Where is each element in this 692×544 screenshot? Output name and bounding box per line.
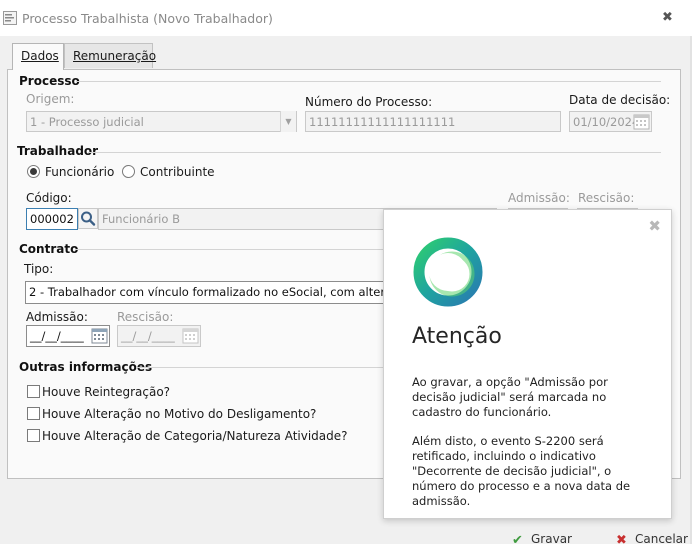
numero-processo-field[interactable]: 11111111111111111111 bbox=[305, 111, 561, 132]
title-bar: Processo Trabalhista (Novo Trabalhador) … bbox=[0, 0, 692, 36]
search-icon[interactable] bbox=[78, 208, 98, 229]
section-contrato-title: Contrato bbox=[19, 242, 79, 256]
tab-dados-label: Dados bbox=[21, 49, 59, 63]
origem-label: Origem: bbox=[26, 92, 75, 106]
window-close-icon[interactable]: ✖ bbox=[662, 11, 673, 25]
tab-remuneracao[interactable]: Remuneração bbox=[64, 43, 157, 68]
tab-remuneracao-label: Remuneração bbox=[73, 49, 157, 63]
checkbox-reintegracao-label[interactable]: Houve Reintegração? bbox=[42, 385, 170, 399]
radio-contribuinte[interactable] bbox=[122, 165, 135, 178]
tab-dados[interactable]: Dados bbox=[12, 43, 64, 70]
ring-logo-icon bbox=[413, 237, 483, 307]
checkbox-motivo-desligamento[interactable] bbox=[27, 407, 40, 420]
gravar-button-label: Gravar bbox=[531, 532, 572, 544]
checkbox-motivo-desligamento-label[interactable]: Houve Alteração no Motivo do Desligament… bbox=[42, 407, 316, 421]
checkmark-icon: ✔ bbox=[512, 533, 523, 544]
calendar-icon[interactable] bbox=[633, 113, 650, 130]
cancel-x-icon: ✖ bbox=[616, 533, 627, 544]
section-outras-title: Outras informações bbox=[19, 360, 153, 374]
tipo-label: Tipo: bbox=[24, 262, 54, 276]
close-icon[interactable]: ✖ bbox=[648, 219, 661, 234]
chevron-down-icon[interactable]: ▼ bbox=[280, 111, 296, 132]
tipo-contrato-select[interactable]: 2 - Trabalhador com vínculo formalizado … bbox=[25, 281, 425, 304]
checkbox-categoria-natureza-label[interactable]: Houve Alteração de Categoria/Natureza At… bbox=[42, 429, 348, 443]
process-window: Processo Trabalhista (Novo Trabalhador) … bbox=[0, 0, 692, 544]
numero-processo-label: Número do Processo: bbox=[305, 95, 433, 109]
cancelar-button-label: Cancelar bbox=[635, 532, 688, 544]
window-title: Processo Trabalhista (Novo Trabalhador) bbox=[22, 11, 273, 26]
cancelar-button[interactable]: ✖ Cancelar bbox=[616, 529, 692, 544]
notification-title: Atenção bbox=[412, 324, 502, 349]
calendar-icon[interactable] bbox=[91, 327, 108, 344]
codigo-field[interactable]: 000002 bbox=[26, 208, 78, 230]
section-divider bbox=[88, 152, 661, 153]
notification-paragraph-1: Ao gravar, a opção "Admissão por decisão… bbox=[412, 375, 608, 419]
checkbox-categoria-natureza[interactable] bbox=[27, 429, 40, 442]
data-decisao-label: Data de decisão: bbox=[569, 93, 671, 107]
radio-contribuinte-label[interactable]: Contribuinte bbox=[140, 165, 215, 179]
calendar-icon bbox=[182, 328, 199, 344]
trabalhador-rescisao-label: Rescisão: bbox=[578, 191, 635, 205]
attention-notification: ✖ Atenção Ao gravar, a opção "Admissão p… bbox=[383, 209, 672, 519]
notification-paragraph-2: Além disto, o evento S-2200 será retific… bbox=[412, 434, 631, 508]
app-icon bbox=[3, 11, 17, 25]
radio-funcionario-label[interactable]: Funcionário bbox=[45, 165, 114, 179]
gravar-button[interactable]: ✔ Gravar bbox=[512, 529, 572, 544]
checkbox-reintegracao[interactable] bbox=[27, 385, 40, 398]
origem-select[interactable]: 1 - Processo judicial bbox=[26, 111, 297, 132]
codigo-label: Código: bbox=[26, 191, 72, 205]
contrato-admissao-label: Admissão: bbox=[26, 310, 88, 324]
contrato-rescisao-label: Rescisão: bbox=[117, 310, 174, 324]
section-processo-title: Processo bbox=[19, 74, 80, 88]
radio-funcionario[interactable] bbox=[27, 165, 40, 178]
section-trabalhador-title: Trabalhador bbox=[17, 144, 99, 158]
section-divider bbox=[76, 81, 661, 82]
trabalhador-admissao-label: Admissão: bbox=[508, 191, 570, 205]
